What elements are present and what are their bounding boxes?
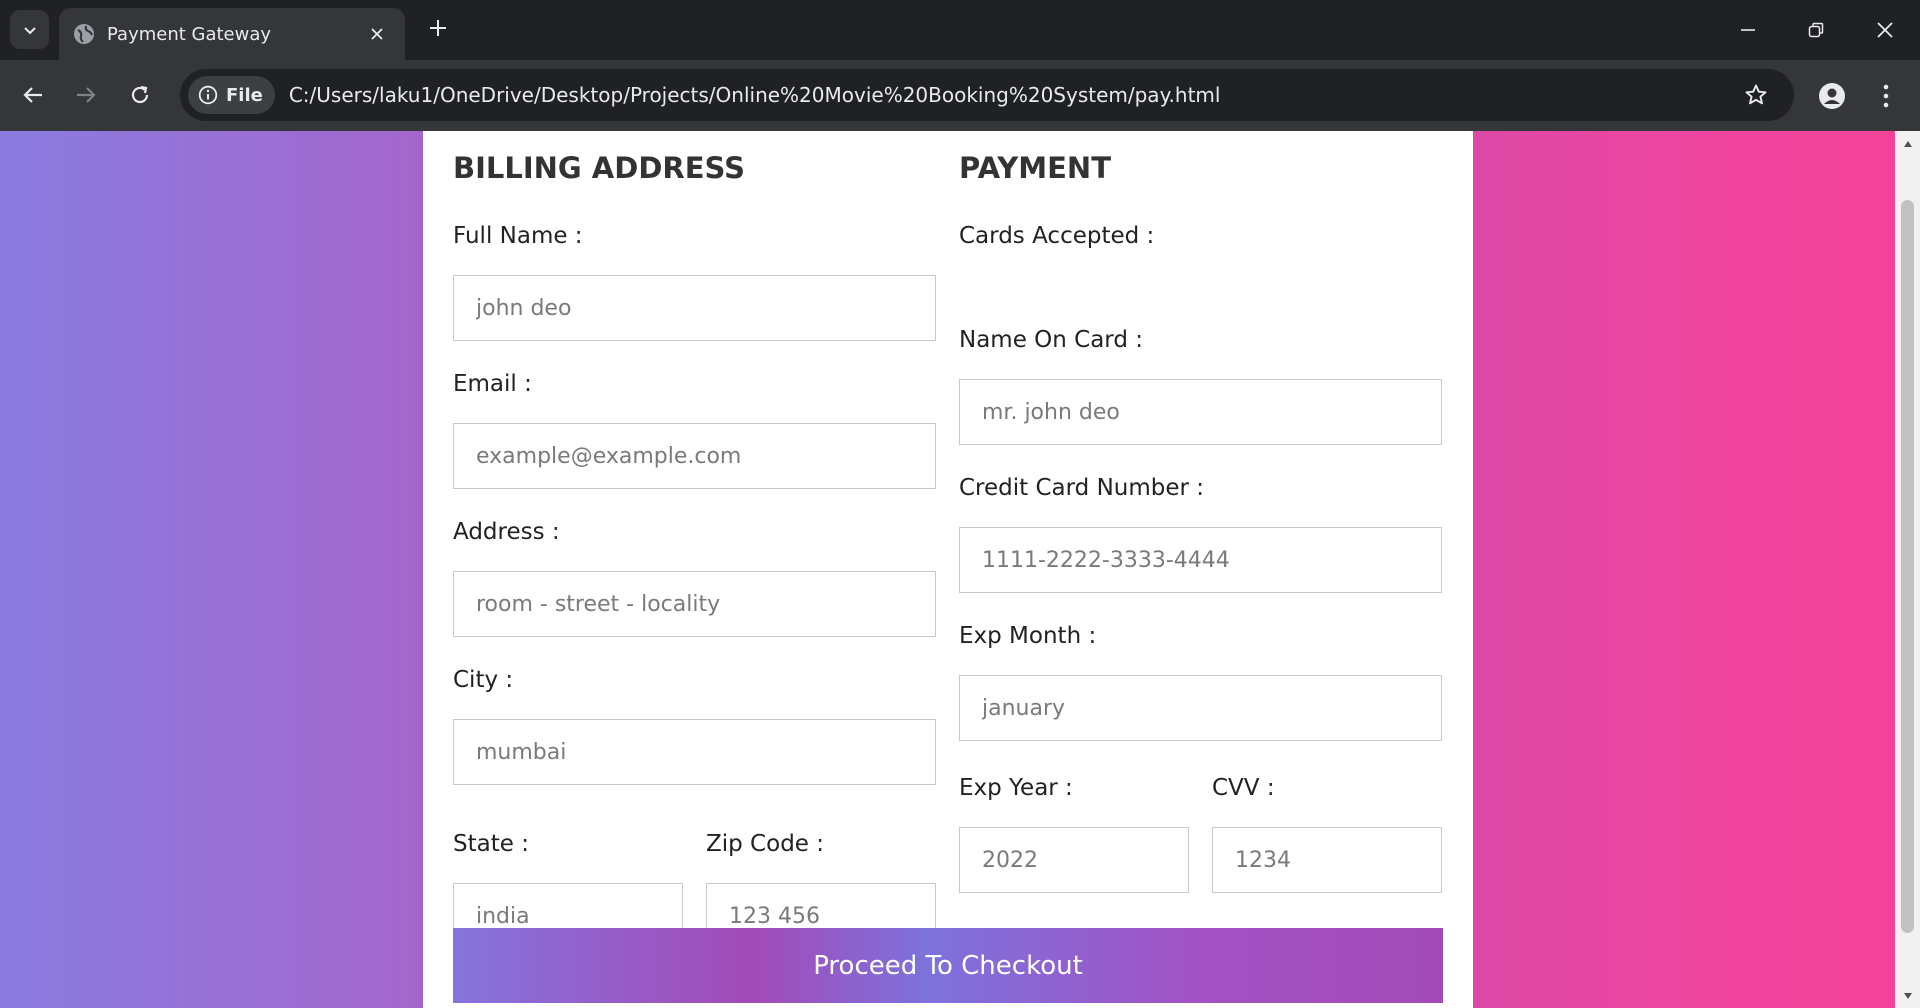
card-number-field: Credit Card Number :: [959, 473, 1442, 593]
address-label: Address :: [453, 519, 560, 545]
state-label: State :: [453, 831, 529, 857]
address-input[interactable]: [453, 571, 936, 637]
zip-code-label: Zip Code :: [706, 831, 824, 857]
cards-accepted-field: Cards Accepted :: [959, 221, 1442, 299]
exp-year-input[interactable]: [959, 827, 1189, 893]
scrollbar-thumb[interactable]: [1901, 200, 1914, 933]
exp-month-label: Exp Month :: [959, 623, 1097, 649]
kebab-menu-icon: [1883, 84, 1889, 108]
city-field: City :: [453, 665, 936, 785]
payment-column: PAYMENT Cards Accepted : Name On Card : …: [959, 131, 1442, 893]
minimize-icon: [1741, 29, 1755, 31]
exp-year-label: Exp Year :: [959, 775, 1073, 801]
page-viewport: BILLING ADDRESS Full Name : Email : Addr…: [0, 131, 1920, 1008]
billing-address-heading: BILLING ADDRESS: [453, 151, 746, 185]
file-chip-label: File: [226, 84, 263, 106]
cards-accepted-label: Cards Accepted :: [959, 223, 1155, 249]
payment-form-container: BILLING ADDRESS Full Name : Email : Addr…: [423, 131, 1473, 1008]
name-on-card-label: Name On Card :: [959, 327, 1144, 353]
city-label: City :: [453, 667, 514, 693]
globe-icon: [74, 24, 94, 44]
tab-close-button[interactable]: [363, 20, 391, 48]
exp-month-field: Exp Month :: [959, 621, 1442, 741]
city-input[interactable]: [453, 719, 936, 785]
forward-arrow-icon: [77, 87, 96, 103]
scroll-up-button[interactable]: [1895, 131, 1920, 156]
bookmark-button[interactable]: [1736, 75, 1776, 115]
state-zip-row: State : Zip Code :: [453, 785, 936, 949]
full-name-input[interactable]: [453, 275, 936, 341]
reload-icon: [131, 85, 149, 104]
cvv-input[interactable]: [1212, 827, 1442, 893]
card-number-label: Credit Card Number :: [959, 475, 1205, 501]
back-arrow-icon: [23, 87, 42, 103]
payment-heading: PAYMENT: [959, 151, 1111, 185]
info-icon: [198, 85, 218, 105]
back-button[interactable]: [15, 77, 51, 113]
card-logos-area: [959, 251, 1442, 299]
exp-month-input[interactable]: [959, 675, 1442, 741]
full-name-field: Full Name :: [453, 221, 936, 341]
tab-strip: Payment Gateway: [0, 0, 1920, 60]
star-icon: [1745, 84, 1767, 105]
address-bar[interactable]: File C:/Users/laku1/OneDrive/Desktop/Pro…: [180, 69, 1794, 121]
email-field: Email :: [453, 369, 936, 489]
new-tab-button[interactable]: [424, 14, 452, 42]
address-field: Address :: [453, 517, 936, 637]
forward-button[interactable]: [68, 77, 104, 113]
tab-list-icon: [23, 26, 36, 34]
profile-button[interactable]: [1813, 77, 1851, 115]
restore-button[interactable]: [1796, 10, 1836, 50]
profile-icon: [1819, 83, 1845, 109]
cvv-field: CVV :: [1212, 773, 1442, 893]
card-number-input[interactable]: [959, 527, 1442, 593]
cvv-label: CVV :: [1212, 775, 1275, 801]
full-name-label: Full Name :: [453, 223, 583, 249]
billing-address-column: BILLING ADDRESS Full Name : Email : Addr…: [453, 131, 936, 949]
tab-title: Payment Gateway: [107, 23, 272, 45]
exp-year-field: Exp Year :: [959, 773, 1189, 893]
browser-menu-button[interactable]: [1870, 77, 1902, 115]
scroll-down-button[interactable]: [1895, 983, 1920, 1008]
window-close-icon: [1877, 22, 1893, 38]
tab-list-button[interactable]: [10, 10, 49, 49]
active-tab[interactable]: Payment Gateway: [59, 8, 405, 60]
vertical-scrollbar[interactable]: [1895, 131, 1920, 1008]
name-on-card-input[interactable]: [959, 379, 1442, 445]
plus-icon: [430, 20, 446, 36]
url-text[interactable]: C:/Users/laku1/OneDrive/Desktop/Projects…: [289, 83, 1736, 107]
exp-year-cvv-row: Exp Year : CVV :: [959, 741, 1442, 893]
close-icon: [371, 28, 383, 40]
scroll-up-arrow-icon: [1903, 140, 1912, 147]
scroll-down-arrow-icon: [1903, 992, 1912, 999]
email-input[interactable]: [453, 423, 936, 489]
reload-button[interactable]: [122, 77, 158, 113]
minimize-button[interactable]: [1728, 10, 1768, 50]
name-on-card-field: Name On Card :: [959, 325, 1442, 445]
proceed-to-checkout-button[interactable]: Proceed To Checkout: [453, 928, 1443, 1003]
restore-icon: [1808, 22, 1824, 38]
site-info-chip[interactable]: File: [188, 76, 275, 114]
email-label: Email :: [453, 371, 532, 397]
window-close-button[interactable]: [1865, 10, 1905, 50]
browser-toolbar: File C:/Users/laku1/OneDrive/Desktop/Pro…: [0, 60, 1920, 131]
